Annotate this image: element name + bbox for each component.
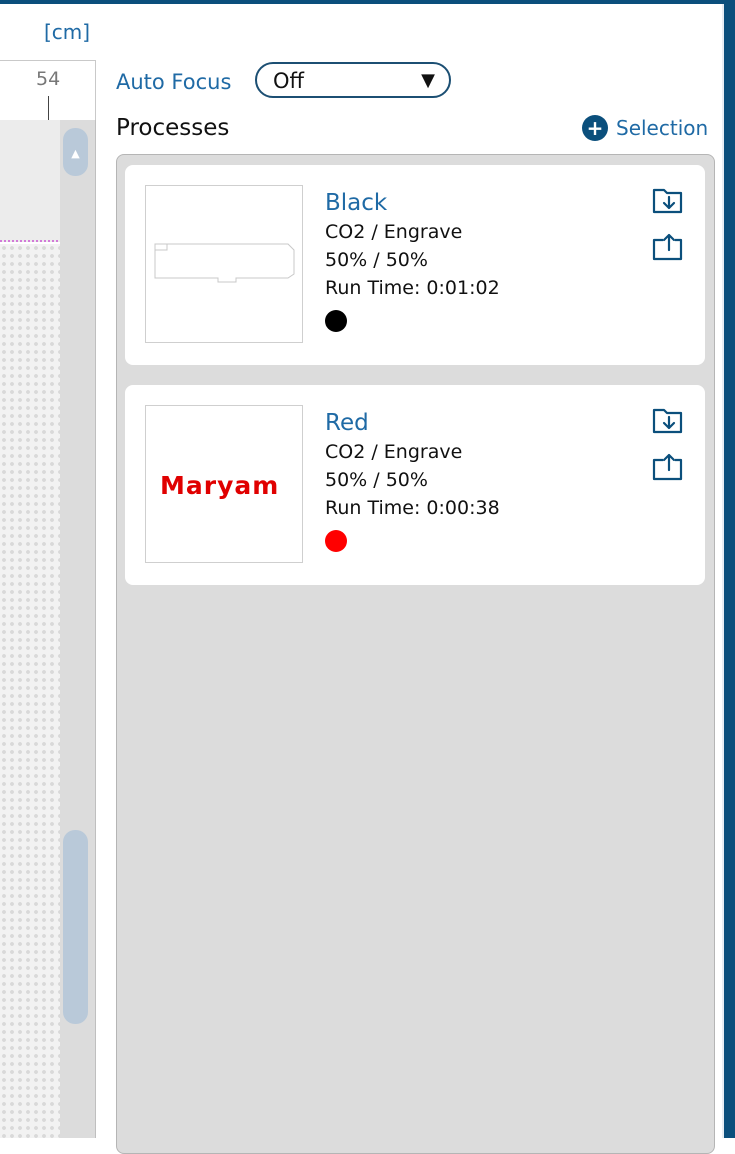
window-right-border <box>724 0 735 1138</box>
dropdown-arrow-icon: ▼ <box>421 70 435 91</box>
thumbnail-text: Maryam <box>160 471 280 500</box>
process-run-time: Run Time: 0:00:38 <box>325 497 500 519</box>
workspace-boundary-line <box>0 240 62 242</box>
process-name[interactable]: Red <box>325 410 369 436</box>
folder-export-icon[interactable] <box>651 232 687 264</box>
process-thumbnail <box>145 185 303 343</box>
process-laser-mode: CO2 / Engrave <box>325 221 463 243</box>
auto-focus-label: Auto Focus <box>116 70 232 94</box>
workspace-canvas[interactable] <box>0 244 62 1138</box>
pane-divider[interactable] <box>95 120 96 1138</box>
process-card-red[interactable]: Maryam Red CO2 / Engrave 50% / 50% Run T… <box>125 385 705 585</box>
folder-export-icon[interactable] <box>651 452 687 484</box>
process-color-dot <box>325 530 347 552</box>
plus-circle-icon: + <box>582 115 608 141</box>
auto-focus-select[interactable]: Off ▼ <box>255 62 451 98</box>
auto-focus-value: Off <box>273 69 304 93</box>
folder-import-icon[interactable] <box>651 185 687 217</box>
process-power-speed: 50% / 50% <box>325 469 428 491</box>
window-top-border <box>0 0 735 4</box>
folder-import-icon[interactable] <box>651 405 687 437</box>
process-thumbnail: Maryam <box>145 405 303 563</box>
process-color-dot <box>325 310 347 332</box>
process-laser-mode: CO2 / Engrave <box>325 441 463 463</box>
scrollbar-thumb[interactable] <box>63 830 88 1024</box>
process-run-time: Run Time: 0:01:02 <box>325 277 500 299</box>
process-power-speed: 50% / 50% <box>325 249 428 271</box>
ruler-tick <box>48 96 49 120</box>
processes-title: Processes <box>116 115 230 141</box>
ruler-mark-label: 54 <box>36 68 61 90</box>
process-name[interactable]: Black <box>325 190 387 216</box>
outline-shape-preview <box>154 243 295 283</box>
scroll-up-arrow-icon[interactable]: ▲ <box>63 128 88 176</box>
selection-label: Selection <box>616 116 709 140</box>
add-selection-button[interactable]: + Selection <box>582 113 708 143</box>
workspace-border-area <box>0 120 62 242</box>
ruler-unit-label: [cm] <box>44 20 91 44</box>
process-card-black[interactable]: Black CO2 / Engrave 50% / 50% Run Time: … <box>125 165 705 365</box>
